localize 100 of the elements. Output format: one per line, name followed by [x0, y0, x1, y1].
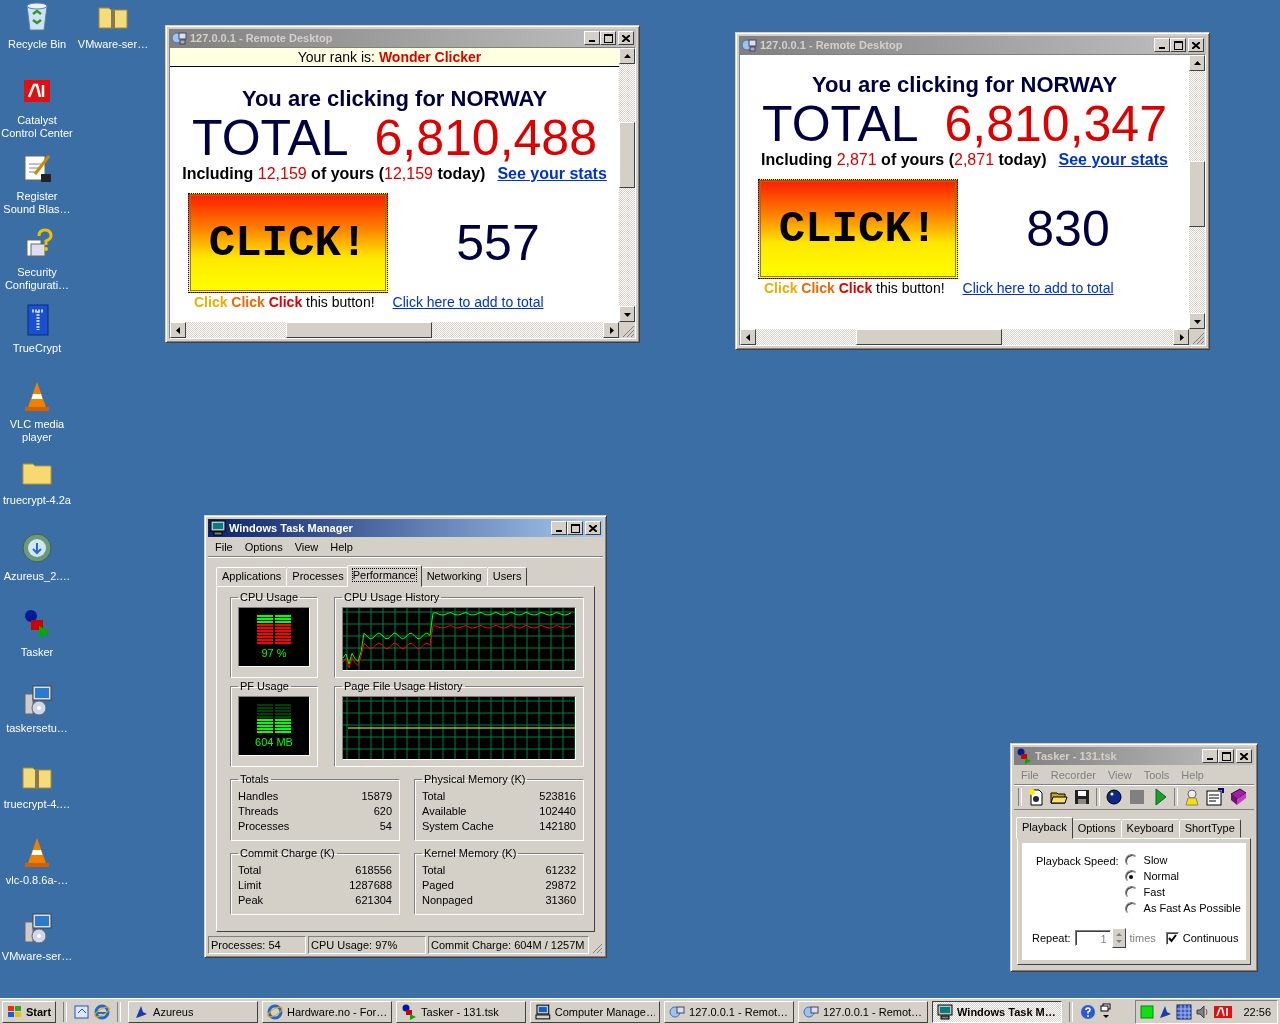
minimize-button[interactable] — [551, 521, 567, 535]
windows-stack-icon[interactable] — [1100, 1002, 1113, 1021]
save-icon[interactable] — [1073, 788, 1091, 806]
grid-icon[interactable] — [1176, 1003, 1193, 1020]
desktop-icon-label[interactable]: truecrypt-4.2a — [3, 494, 71, 507]
close-button[interactable] — [585, 521, 601, 535]
radio-label[interactable]: Slow — [1143, 853, 1168, 868]
tab[interactable]: Keyboard — [1120, 819, 1180, 838]
radio-label[interactable]: Normal — [1143, 869, 1179, 884]
minimize-button[interactable] — [1154, 38, 1170, 52]
menu-item[interactable]: File — [210, 541, 238, 553]
horizontal-scrollbar[interactable] — [740, 329, 1189, 345]
group-title: Commit Charge (K) — [239, 847, 336, 859]
scroll-arrow-button[interactable] — [170, 322, 186, 338]
properties-icon[interactable] — [1206, 788, 1224, 806]
stop-square-icon[interactable] — [1128, 788, 1146, 806]
checkbox-label[interactable]: Continuous — [1182, 932, 1239, 944]
maximize-icon — [1173, 40, 1183, 50]
tab[interactable]: ShortType — [1178, 819, 1241, 838]
menu-item[interactable]: Help — [325, 541, 358, 553]
tab[interactable]: Playback — [1016, 817, 1073, 839]
scroll-thumb[interactable] — [1189, 161, 1205, 227]
resize-grip-icon[interactable] — [591, 942, 603, 954]
document-pen-icon[interactable] — [21, 152, 53, 184]
click-button[interactable]: CLICK! — [188, 193, 388, 293]
shapes-icon — [1016, 748, 1032, 764]
desktop-icon-label[interactable]: taskersetu… — [6, 722, 68, 735]
repeat-input-field[interactable]: 1 — [1074, 930, 1111, 946]
stat-value: 31360 — [545, 893, 576, 908]
browser-icon[interactable] — [94, 1003, 111, 1020]
desktop-icon-label[interactable]: Azureus_2.… — [3, 570, 71, 583]
maximize-button[interactable] — [1218, 749, 1234, 763]
close-button[interactable] — [1188, 38, 1204, 52]
desktop-icon-label[interactable]: Catalyst Control Center — [0, 114, 74, 140]
close-button[interactable] — [1236, 749, 1252, 763]
add-to-total-link[interactable]: Click here to add to total — [392, 293, 544, 311]
taskbar-button[interactable]: Azureus — [128, 1000, 259, 1023]
maximize-button[interactable] — [1170, 38, 1186, 52]
desktop-icon-label[interactable]: Recycle Bin — [7, 38, 67, 51]
taskbar-button[interactable]: Computer Manage… — [530, 1000, 661, 1023]
radio-label[interactable]: Fast — [1143, 885, 1165, 900]
installer-icon[interactable] — [21, 912, 53, 944]
taskbar-button[interactable]: 127.0.0.1 - Remot… — [664, 1000, 795, 1023]
show-desktop-icon[interactable] — [74, 1003, 91, 1020]
scroll-arrow-button[interactable] — [603, 322, 619, 338]
click-button[interactable]: CLICK! — [758, 179, 958, 279]
tab[interactable]: Users — [486, 567, 528, 586]
vertical-scrollbar[interactable] — [619, 48, 635, 322]
start-button[interactable]: Start — [2, 1000, 57, 1023]
new-file-icon[interactable] — [1027, 788, 1045, 806]
scroll-arrow-button[interactable] — [619, 306, 635, 322]
radio-label[interactable]: As Fast As Possible — [1143, 901, 1241, 916]
minimize-button[interactable] — [1202, 749, 1218, 763]
scroll-thumb[interactable] — [856, 329, 1002, 345]
radio-button[interactable] — [1124, 870, 1138, 883]
desktop-icon-label[interactable]: TrueCrypt — [12, 342, 62, 355]
minimize-button[interactable] — [584, 31, 600, 45]
close-icon — [589, 524, 597, 532]
taskbar-button[interactable]: Hardware.no - For… — [262, 1000, 393, 1023]
desktop-icon-label[interactable]: VMware-ser… — [77, 38, 149, 51]
desktop-icon-label[interactable]: VMware-ser… — [1, 950, 73, 963]
person-figure-icon[interactable] — [1183, 788, 1201, 806]
desktop-icon-label[interactable]: Register Sound Blas… — [0, 190, 74, 216]
scroll-arrow-button[interactable] — [1189, 313, 1205, 329]
menu-item[interactable]: View — [289, 541, 324, 553]
scroll-arrow-button[interactable] — [619, 48, 635, 64]
scroll-thumb[interactable] — [286, 322, 432, 338]
add-to-total-link[interactable]: Click here to add to total — [962, 279, 1114, 297]
stats-link[interactable]: See your stats — [497, 163, 607, 185]
desktop-icon-label[interactable]: truecrypt-4.… — [3, 798, 71, 811]
spin-button[interactable] — [1111, 928, 1126, 948]
stats-link[interactable]: See your stats — [1058, 149, 1168, 171]
vertical-scrollbar[interactable] — [1189, 55, 1205, 329]
installer-icon[interactable] — [21, 684, 53, 716]
radio-button[interactable] — [1124, 854, 1138, 867]
desktop-icon-label[interactable]: vlc-0.8.6a-… — [5, 874, 69, 887]
scroll-arrow-button[interactable] — [1189, 55, 1205, 71]
desktop-icon-label[interactable]: Security Configurati… — [0, 266, 74, 292]
record-ball-icon[interactable] — [1105, 788, 1123, 806]
tab[interactable]: Performance — [346, 565, 422, 587]
help-icon[interactable] — [1080, 1003, 1097, 1020]
tab[interactable]: Processes — [286, 567, 350, 586]
taskbar-button[interactable]: 127.0.0.1 - Remot… — [798, 1000, 929, 1023]
desktop-icon-label[interactable]: VLC media player — [0, 418, 74, 444]
scroll-thumb[interactable] — [619, 122, 635, 188]
maximize-button[interactable] — [600, 31, 616, 45]
close-button[interactable] — [618, 31, 634, 45]
tab[interactable]: Applications — [216, 567, 288, 586]
scroll-arrow-button[interactable] — [1173, 329, 1189, 345]
round-badge-icon[interactable] — [21, 532, 53, 564]
logo-icon[interactable] — [1214, 1004, 1233, 1019]
stat-label: Handles — [238, 789, 279, 804]
horizontal-scrollbar[interactable] — [170, 322, 619, 338]
taskbar-button[interactable]: Tasker - 131.tsk — [396, 1000, 527, 1023]
desktop-icon-label[interactable]: Tasker — [20, 646, 54, 659]
maximize-button[interactable] — [567, 521, 583, 535]
taskbar-button[interactable]: Windows Task M… — [932, 1000, 1063, 1023]
scroll-arrow-button[interactable] — [740, 329, 756, 345]
radio-button[interactable] — [1124, 886, 1138, 899]
menu-item[interactable]: Options — [239, 541, 288, 553]
